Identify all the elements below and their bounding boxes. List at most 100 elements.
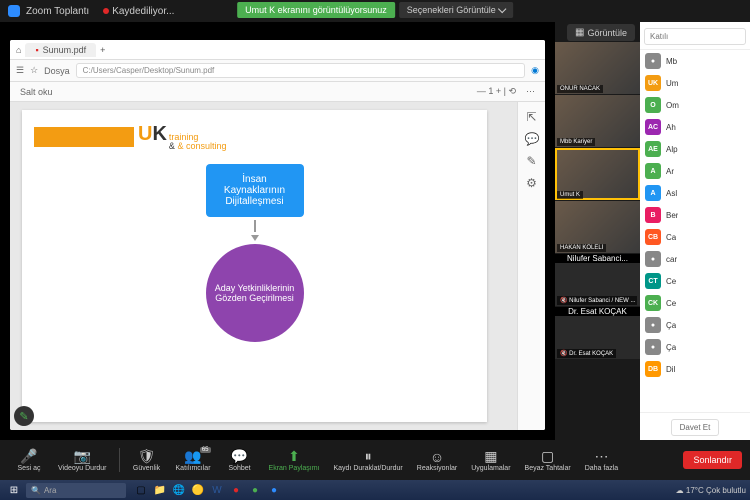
- participant-item[interactable]: ●car: [640, 248, 750, 270]
- video-gallery: ONUR NACAKMbb KariyerUmut KHAKAN KÖLELİN…: [555, 22, 640, 440]
- pdf-toolbar: Salt oku — 1 + | ⟲ ⋯: [10, 82, 545, 102]
- edge-icon[interactable]: 🌐: [170, 482, 188, 498]
- security-button[interactable]: 🛡Güvenlik: [126, 447, 168, 474]
- participant-item[interactable]: CBCa: [640, 226, 750, 248]
- path-field[interactable]: C:/Users/Casper/Desktop/Sunum.pdf: [76, 63, 525, 78]
- windows-taskbar[interactable]: ⊞ 🔍 Ara ▢ 📁 🌐 🟡 W ● ● ● ☁ 17°C Çok bulut…: [0, 480, 750, 500]
- apps-button[interactable]: ▦Uygulamalar: [465, 447, 516, 474]
- participant-item[interactable]: UKUm: [640, 72, 750, 94]
- participant-item[interactable]: ●Ça: [640, 336, 750, 358]
- apps-icon: ▦: [484, 449, 497, 465]
- slide-box-1: İnsan Kaynaklarının Dijitalleşmesi: [206, 164, 304, 217]
- participant-item[interactable]: CKCe: [640, 292, 750, 314]
- avatar: A: [645, 185, 661, 201]
- participant-item[interactable]: CTCe: [640, 270, 750, 292]
- pause-icon: ⏸: [365, 449, 372, 465]
- start-button[interactable]: ⊞: [4, 482, 24, 498]
- pdf-viewer-window: ⌂ ▪ Sunum.pdf + ☰ ☆ Dosya C:/Users/Caspe…: [10, 40, 545, 430]
- video-tile[interactable]: HAKAN KÖLELİ: [555, 201, 640, 253]
- file-menu[interactable]: Dosya: [44, 66, 70, 76]
- whiteboard-button[interactable]: ▢Beyaz Tahtalar: [519, 447, 577, 474]
- participant-item[interactable]: AAsl: [640, 182, 750, 204]
- participants-button[interactable]: 65👥Katılımcılar: [170, 447, 217, 474]
- explorer-icon[interactable]: 📁: [151, 482, 169, 498]
- annotate-button[interactable]: ✎: [14, 406, 34, 426]
- avatar: AC: [645, 119, 661, 135]
- avatar: CT: [645, 273, 661, 289]
- slide-circle: Aday Yetkinliklerinin Gözden Geçirilmesi: [206, 244, 304, 342]
- invite-button[interactable]: Davet Et: [671, 419, 720, 436]
- chrome-icon[interactable]: 🟡: [189, 482, 207, 498]
- avatar: DB: [645, 361, 661, 377]
- zoom-controls-toolbar: 🎤Sesi aç 📷Videoyu Durdur 🛡Güvenlik 65👥Ka…: [0, 440, 750, 480]
- new-tab-button[interactable]: +: [100, 45, 105, 55]
- avatar: ●: [645, 53, 661, 69]
- zoom-taskbar-icon[interactable]: ●: [265, 482, 283, 498]
- app-icon[interactable]: ●: [246, 482, 264, 498]
- uk-logo: UK training & & consulting: [138, 123, 226, 151]
- video-tile[interactable]: Nilufer Sabanci...🔇 Nilufer Sabanci / NE…: [555, 254, 640, 306]
- participants-panel: ●MbUKUmOOmACAhAEAlpAArAAslBBerCBCa●carCT…: [640, 22, 750, 440]
- view-button[interactable]: ▦ Görüntüle: [567, 24, 635, 41]
- taskbar-search[interactable]: 🔍 Ara: [26, 483, 126, 498]
- weather-widget[interactable]: ☁ 17°C Çok bulutlu: [676, 486, 746, 495]
- home-icon[interactable]: ⌂: [16, 45, 21, 55]
- participant-item[interactable]: OOm: [640, 94, 750, 116]
- share-options-button[interactable]: Seçenekleri Görüntüle: [399, 2, 513, 18]
- record-dot-icon: [103, 8, 109, 14]
- avatar: O: [645, 97, 661, 113]
- more-icon[interactable]: ⋯: [526, 86, 535, 97]
- pdf-tab[interactable]: ▪ Sunum.pdf: [25, 43, 96, 57]
- star-icon[interactable]: ☆: [30, 65, 38, 76]
- taskbar-apps: ▢ 📁 🌐 🟡 W ● ● ●: [132, 482, 283, 498]
- arrow-down-icon: [251, 235, 259, 241]
- chat-button[interactable]: 💬Sohbet: [219, 447, 261, 474]
- recording-indicator[interactable]: Kaydediliyor...: [103, 6, 174, 17]
- comment-icon[interactable]: 💬: [525, 132, 539, 146]
- participant-item[interactable]: ●Mb: [640, 50, 750, 72]
- avatar: ●: [645, 339, 661, 355]
- edit-icon[interactable]: ✎: [525, 154, 539, 168]
- window-title: Zoom Toplantı: [26, 6, 89, 17]
- participant-item[interactable]: AAr: [640, 160, 750, 182]
- word-icon[interactable]: W: [208, 482, 226, 498]
- more-button[interactable]: ⋯Daha fazla: [579, 447, 624, 474]
- pdf-side-tools: ⇱ 💬 ✎ ⚙: [517, 102, 545, 430]
- participants-list[interactable]: ●MbUKUmOOmACAhAEAlpAArAAslBBerCBCa●carCT…: [640, 50, 750, 412]
- video-tile[interactable]: Umut K: [555, 148, 640, 200]
- video-tile[interactable]: ONUR NACAK: [555, 42, 640, 94]
- record-button[interactable]: ⏸Kaydı Duraklat/Durdur: [328, 447, 409, 474]
- video-tile[interactable]: Dr. Esat KOÇAK🔇 Dr. Esat KOÇAK: [555, 307, 640, 359]
- avatar: AE: [645, 141, 661, 157]
- mic-muted-icon: 🎤: [20, 449, 37, 465]
- task-view-icon[interactable]: ▢: [132, 482, 150, 498]
- participant-item[interactable]: ●Ça: [640, 314, 750, 336]
- participant-item[interactable]: BBer: [640, 204, 750, 226]
- video-tile[interactable]: Mbb Kariyer: [555, 95, 640, 147]
- video-button[interactable]: 📷Videoyu Durdur: [52, 447, 113, 474]
- share-screen-button[interactable]: ⬆Ekran Paylaşımı: [263, 447, 326, 474]
- settings-icon[interactable]: ⚙: [525, 176, 539, 190]
- app-icon[interactable]: ●: [227, 482, 245, 498]
- edge-icon[interactable]: ◉: [531, 65, 539, 76]
- search-icon: 🔍: [31, 486, 41, 495]
- camera-icon: 📷: [74, 449, 91, 465]
- whiteboard-icon: ▢: [541, 449, 554, 465]
- menu-icon[interactable]: ☰: [16, 65, 24, 76]
- end-meeting-button[interactable]: Sonlandır: [683, 451, 742, 469]
- readonly-label: Salt oku: [20, 87, 53, 97]
- participant-item[interactable]: AEAlp: [640, 138, 750, 160]
- pdf-file-icon: ▪: [35, 45, 38, 55]
- pdf-titlebar: ⌂ ▪ Sunum.pdf +: [10, 40, 545, 60]
- share-icon: ⬆: [288, 449, 300, 465]
- avatar: UK: [645, 75, 661, 91]
- participant-item[interactable]: ACAh: [640, 116, 750, 138]
- participant-search-input[interactable]: [644, 28, 746, 45]
- audio-button[interactable]: 🎤Sesi aç: [8, 447, 50, 474]
- reactions-button[interactable]: ☺Reaksiyonlar: [411, 447, 463, 474]
- shared-screen-area: ⌂ ▪ Sunum.pdf + ☰ ☆ Dosya C:/Users/Caspe…: [0, 22, 555, 440]
- screen-share-banner: Umut K ekranını görüntülüyorsunuz: [237, 2, 395, 18]
- chevron-down-icon: [498, 4, 506, 12]
- export-icon[interactable]: ⇱: [525, 110, 539, 124]
- participant-item[interactable]: DBDil: [640, 358, 750, 380]
